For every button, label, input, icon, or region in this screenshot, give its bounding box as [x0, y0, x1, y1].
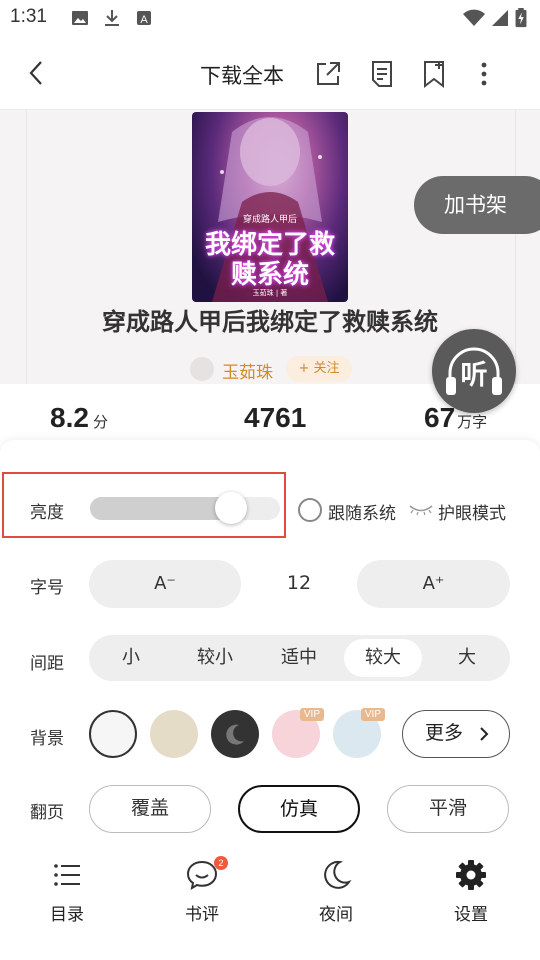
follow-system-radio[interactable]: [298, 498, 322, 522]
moon-icon: [324, 860, 352, 889]
page-turn-cover-button[interactable]: 覆盖: [89, 785, 211, 833]
spacing-option-medium[interactable]: 适中: [260, 639, 338, 677]
book-cover[interactable]: 穿成路人甲后 我绑定了救赎系统 玉茹珠 | 著: [192, 112, 348, 302]
font-size-label: 字号: [30, 578, 64, 598]
tab-label-settings: 设置: [454, 905, 488, 925]
background-swatch-night[interactable]: [211, 710, 259, 758]
listen-label: 听: [460, 360, 488, 391]
background-swatch-pink[interactable]: VIP: [272, 708, 324, 758]
closed-eye-icon: [409, 505, 433, 516]
download-all-button[interactable]: 下载全本: [200, 60, 284, 90]
tab-settings[interactable]: 设置: [431, 858, 511, 928]
download-notification-icon: [105, 10, 119, 26]
bookmark-add-icon[interactable]: [418, 58, 450, 90]
background-swatch-beige[interactable]: [150, 710, 198, 758]
more-backgrounds-label: 更多: [425, 722, 464, 744]
gear-icon: [456, 860, 486, 890]
signal-icon: [492, 10, 508, 26]
image-notification-icon: [72, 11, 88, 25]
font-decrease-button[interactable]: A⁻: [89, 560, 241, 608]
rating-stat: 8.2 分: [50, 402, 108, 434]
reviews-badge: 2: [214, 856, 228, 870]
background-swatch-blue[interactable]: VIP: [333, 708, 385, 758]
page-turn-label: 翻页: [30, 803, 64, 823]
author-avatar[interactable]: [190, 357, 214, 381]
tab-reviews[interactable]: 2 书评: [162, 856, 242, 928]
spacing-option-larger[interactable]: 较大: [344, 639, 422, 677]
word-count-value: 67: [424, 402, 456, 433]
spacing-option-large[interactable]: 大: [428, 639, 506, 677]
list-icon: [54, 864, 80, 886]
tab-label-reviews: 书评: [185, 905, 219, 925]
brightness-label: 亮度: [30, 503, 64, 523]
app-notification-icon: A: [137, 11, 151, 26]
top-nav-bar: 下载全本: [0, 36, 540, 110]
font-size-value: 12: [286, 572, 312, 594]
back-arrow-icon[interactable]: [22, 58, 52, 88]
wifi-icon: [463, 9, 485, 26]
tab-table-of-contents[interactable]: 目录: [27, 858, 107, 928]
night-moon-icon: [226, 724, 244, 745]
battery-icon: [515, 8, 527, 28]
share-icon[interactable]: [312, 58, 344, 90]
rating-value: 8.2: [50, 402, 89, 433]
more-backgrounds-button[interactable]: 更多: [402, 710, 510, 758]
chevron-right-icon: [480, 727, 489, 741]
vip-badge: VIP: [299, 708, 324, 721]
spacing-selector: 小 较小 适中 较大 大: [89, 635, 510, 681]
popularity-value: 4761: [244, 402, 307, 433]
page-turn-smooth-button[interactable]: 平滑: [387, 785, 509, 833]
background-swatch-white[interactable]: [89, 710, 137, 758]
spacing-option-small[interactable]: 小: [92, 639, 170, 677]
eye-mode-label: 护眼模式: [438, 504, 506, 524]
font-increase-button[interactable]: A⁺: [357, 560, 510, 608]
spacing-option-smaller[interactable]: 较小: [176, 639, 254, 677]
tab-night-mode[interactable]: 夜间: [296, 858, 376, 928]
page-turn-simulation-button[interactable]: 仿真: [238, 785, 360, 833]
status-bar: 1:31 A: [0, 0, 540, 36]
popularity-stat: 4761: [244, 402, 306, 434]
follow-system-label: 跟随系统: [328, 504, 396, 524]
book-details-icon[interactable]: [366, 58, 398, 90]
cover-author: 玉茹珠 | 著: [252, 289, 288, 297]
tab-label-night: 夜间: [319, 905, 353, 925]
tab-label-toc: 目录: [50, 905, 84, 925]
background-label: 背景: [30, 729, 64, 749]
author-name[interactable]: 玉茹珠: [222, 358, 273, 383]
vip-badge: VIP: [360, 708, 385, 721]
word-count-unit: 万字: [457, 413, 488, 431]
brightness-slider-thumb[interactable]: [214, 492, 247, 524]
cover-title: 我绑定了救赎系统: [204, 230, 335, 290]
brightness-slider-fill: [90, 497, 231, 520]
svg-text:A: A: [140, 14, 148, 26]
cover-subtitle: 穿成路人甲后: [242, 215, 297, 225]
more-options-icon[interactable]: [474, 58, 494, 90]
follow-author-button[interactable]: + 关注: [286, 356, 352, 382]
status-time: 1:31: [10, 6, 47, 27]
listen-button[interactable]: 听: [432, 329, 516, 413]
rating-unit: 分: [92, 413, 108, 431]
add-to-shelf-button[interactable]: 加书架: [414, 176, 540, 234]
spacing-label: 间距: [30, 654, 64, 674]
brightness-slider[interactable]: [90, 492, 280, 524]
